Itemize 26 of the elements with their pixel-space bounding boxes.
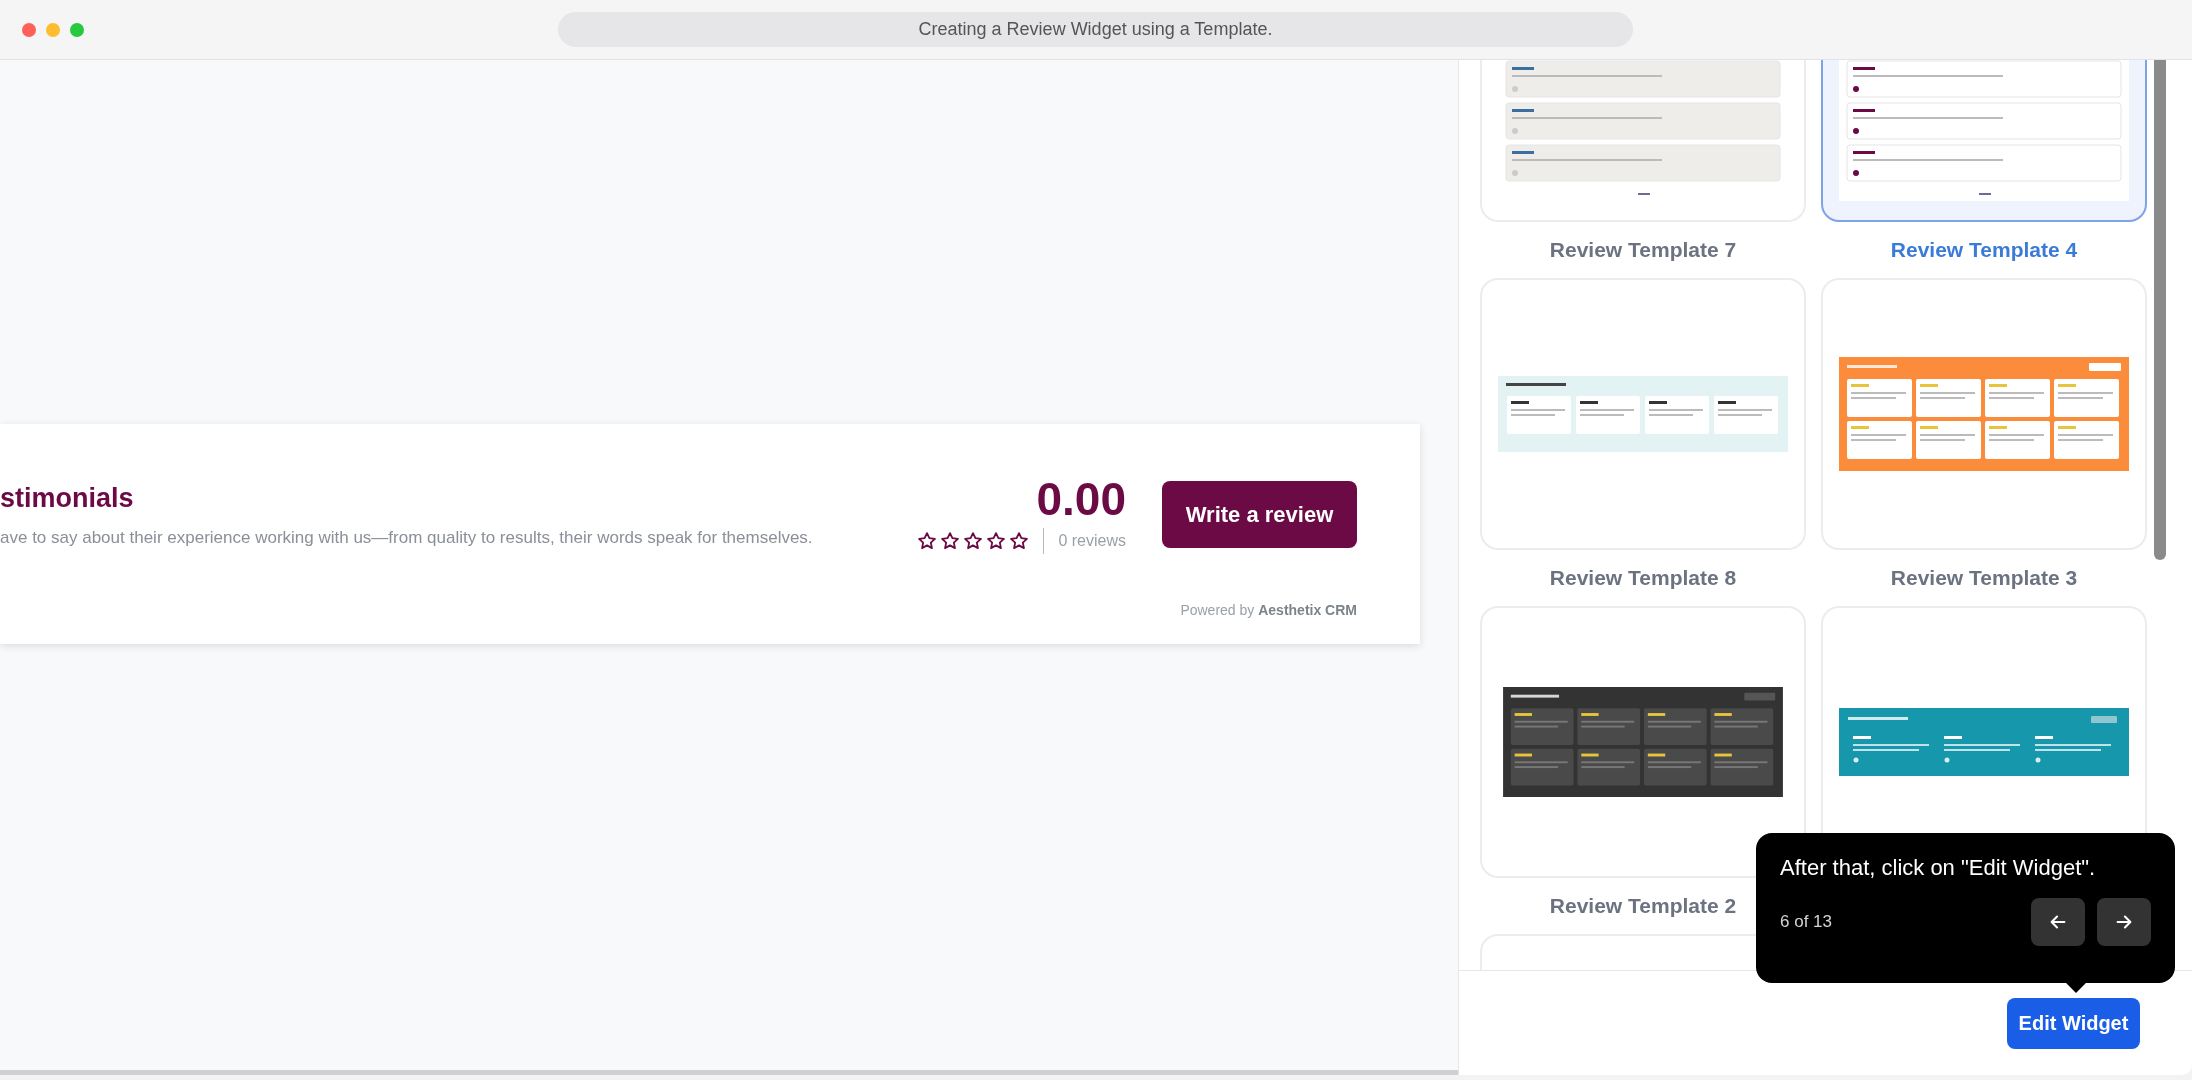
window-title: Creating a Review Widget using a Template. [558, 12, 1633, 47]
zoom-window-icon[interactable] [70, 22, 84, 37]
template-label[interactable]: Review Template 4 [1890, 234, 2078, 266]
edit-widget-button[interactable]: Edit Widget [2007, 997, 2140, 1049]
step-counter: 6 of 13 [1780, 911, 1832, 934]
review-count: 0 reviews [1058, 531, 1126, 551]
template-label[interactable]: Review Template 2 [1549, 890, 1737, 922]
scrollbar-thumb[interactable] [2154, 60, 2166, 560]
tooltip-text: After that, click on "Edit Widget". [1780, 854, 2097, 882]
previous-button[interactable] [2031, 898, 2085, 946]
widget-title: stimonials [0, 482, 135, 515]
template-label[interactable]: Review Template 8 [1549, 562, 1737, 594]
close-window-icon[interactable] [22, 22, 36, 37]
template-label[interactable]: Review Template 3 [1890, 562, 2078, 594]
star-icon [986, 531, 1007, 551]
star-icon [963, 531, 984, 551]
minimize-window-icon[interactable] [46, 22, 60, 37]
template-label[interactable]: Review Template 7 [1549, 234, 1737, 266]
widget-subtitle: ave to say about their experience working with us—from quality to results, their words speak for themselves. [0, 526, 813, 549]
star-icon [1009, 531, 1030, 551]
write-review-button[interactable]: Write a review [1162, 480, 1357, 548]
powered-by-text: Powered by Aesthetix CRM [1180, 601, 1357, 620]
average-rating: 0.00 [1036, 474, 1126, 524]
star-icon [940, 531, 961, 551]
star-icon [917, 531, 938, 551]
next-button[interactable] [2097, 898, 2151, 946]
